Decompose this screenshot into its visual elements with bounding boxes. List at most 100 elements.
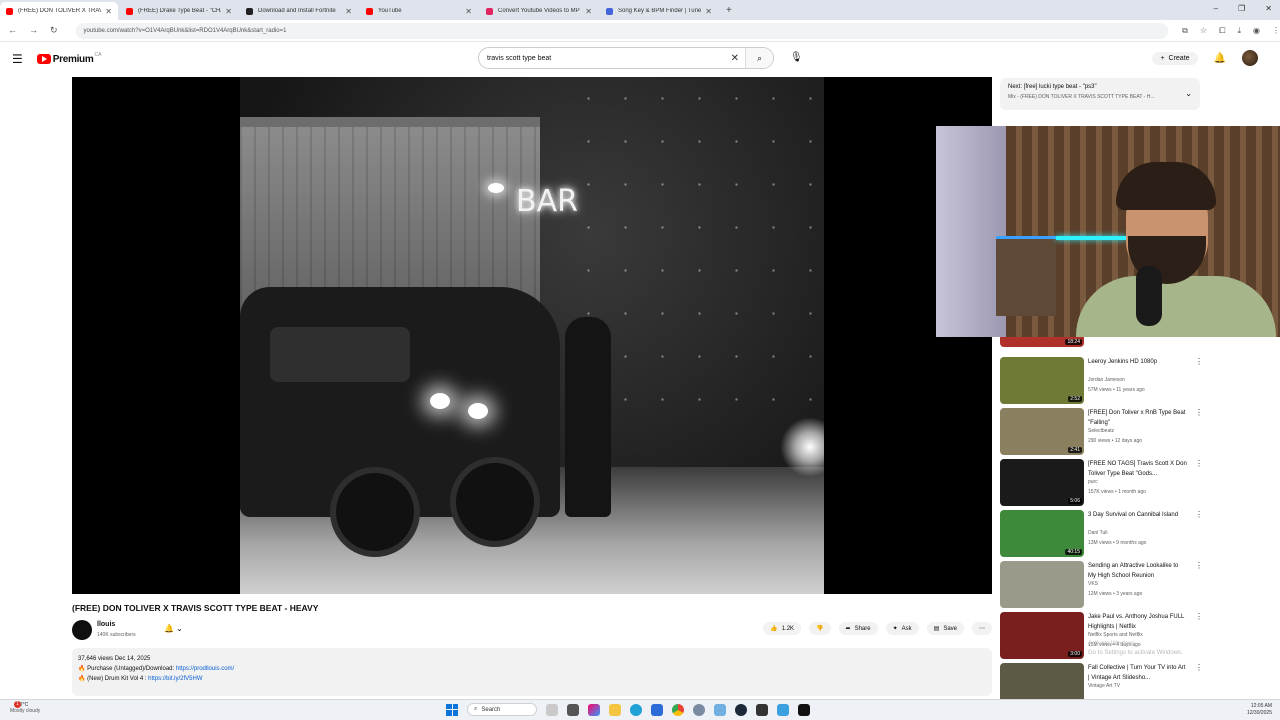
search-button[interactable]: ⌕ (745, 48, 773, 68)
channel-avatar[interactable] (72, 620, 92, 640)
channel-name[interactable]: llouis (97, 621, 115, 628)
search-box[interactable]: travis scott type beat ✕ ⌕ (478, 47, 774, 69)
save-button[interactable]: ▤ Save (926, 622, 964, 635)
steam-icon[interactable] (735, 703, 747, 716)
video-thumbnail[interactable]: 3:00 (1000, 612, 1084, 659)
terminal-icon[interactable] (756, 703, 768, 716)
system-clock[interactable]: 12:05 AM 12/30/2025 (1247, 703, 1272, 717)
edge-icon[interactable] (630, 703, 642, 716)
recommendation-item[interactable]: 2:52 Leeroy Jenkins HD 1080p Jordan Jameso… (1000, 357, 1205, 405)
file-explorer-icon[interactable] (609, 703, 621, 716)
user-avatar[interactable] (1242, 50, 1258, 66)
recommendation-item[interactable]: 2:41 [FREE] Don Toliver x RnB Type Beat "… (1000, 408, 1205, 456)
more-vertical-icon[interactable]: ⋮ (1195, 510, 1203, 519)
video-thumbnail[interactable] (1000, 561, 1084, 608)
description-box[interactable]: 37,646 views Dec 14, 2025 🔥 Purchase (Un… (72, 648, 992, 696)
video-thumbnail[interactable]: 2:52 (1000, 357, 1084, 404)
recommendation-item[interactable]: 5:06 [FREE NO TAGS] Travis Scott X Don To… (1000, 459, 1205, 507)
recommendation-title[interactable]: [FREE] Don Toliver x RnB Type Beat "Fall… (1088, 408, 1188, 428)
browser-tab[interactable]: Convert Youtube Videos to MP ✕ (480, 2, 598, 20)
close-tab-icon[interactable]: ✕ (585, 7, 592, 16)
dislike-button[interactable]: 👎 (809, 622, 831, 635)
more-actions-button[interactable]: ⋯ (972, 622, 992, 635)
notifications-bell-icon[interactable]: 🔔 (1214, 53, 1226, 64)
settings-gear-icon[interactable] (693, 703, 705, 716)
store-icon[interactable] (651, 703, 663, 716)
create-button[interactable]: + Create (1152, 51, 1198, 65)
video-thumbnail[interactable]: 40:15 (1000, 510, 1084, 557)
video-player[interactable]: BAR (72, 77, 992, 594)
back-icon[interactable]: ← (8, 25, 17, 36)
photos-icon[interactable] (714, 703, 726, 716)
close-tab-icon[interactable]: ✕ (465, 7, 472, 16)
menu-icon[interactable]: ☰ (12, 52, 23, 66)
more-vertical-icon[interactable]: ⋮ (1195, 612, 1203, 621)
capcut-icon[interactable] (798, 703, 810, 716)
task-view-icon[interactable] (567, 703, 579, 716)
youtube-premium-logo[interactable]: Premium CA (36, 52, 101, 65)
voice-search-mic-icon[interactable]: 🎙 (790, 52, 803, 63)
maximize-icon[interactable]: ❐ (1238, 4, 1245, 13)
recommendation-channel[interactable]: Selectbeatz (1088, 428, 1188, 434)
profile-icon[interactable]: ◉ (1253, 26, 1260, 36)
recommendation-channel[interactable]: Dani Tuli (1088, 530, 1188, 536)
close-tab-icon[interactable]: ✕ (705, 7, 712, 16)
close-tab-icon[interactable]: ✕ (225, 7, 232, 16)
search-input[interactable]: travis scott type beat (487, 55, 731, 62)
drumkit-link[interactable]: https://bit.ly/2fV5HW (148, 676, 202, 682)
forward-icon[interactable]: → (29, 25, 38, 36)
browser-menu-icon[interactable]: ⋮ (1272, 26, 1280, 36)
recommendation-channel[interactable]: VKS (1088, 581, 1188, 587)
snipping-tool-icon[interactable] (777, 703, 789, 716)
more-vertical-icon[interactable]: ⋮ (1195, 663, 1203, 672)
extensions-icon[interactable]: ⧠ (1219, 26, 1225, 36)
browser-tab[interactable]: YouTube ✕ (360, 2, 478, 20)
recommendation-item[interactable]: Sending an Attractive Lookalike to My Hi… (1000, 561, 1205, 609)
recommendation-channel[interactable]: Vintage Art TV (1088, 683, 1188, 689)
browser-tab[interactable]: Song Key & BPM Finder | Tune ✕ (600, 2, 718, 20)
app-icon[interactable] (546, 703, 558, 716)
windows-start-icon[interactable] (446, 703, 458, 716)
recommendation-title[interactable]: Leeroy Jenkins HD 1080p (1088, 357, 1188, 367)
recommendation-title[interactable]: 3 Day Survival on Cannibal Island (1088, 510, 1188, 520)
bookmark-star-icon[interactable]: ☆ (1200, 26, 1207, 36)
minimize-icon[interactable]: – (1214, 4, 1218, 13)
ask-button[interactable]: ✦ Ask (885, 622, 919, 635)
share-button[interactable]: ➦ Share (838, 622, 878, 635)
close-window-icon[interactable]: ✕ (1265, 4, 1272, 13)
like-button[interactable]: 👍 1.2K (763, 622, 802, 635)
reload-icon[interactable]: ↻ (50, 25, 58, 36)
recommendation-channel[interactable]: purc (1088, 479, 1188, 485)
new-tab-button[interactable]: + (726, 5, 732, 16)
chrome-icon[interactable] (672, 703, 684, 716)
up-next-panel[interactable]: Next: [free] lucki type beat - "ps3" Mix… (1000, 78, 1200, 110)
recommendation-item[interactable]: 40:15 3 Day Survival on Cannibal Island Da… (1000, 510, 1205, 558)
recommendation-channel[interactable]: Netflix Sports and Netflix (1088, 632, 1188, 638)
video-thumbnail[interactable]: 5:06 (1000, 459, 1084, 506)
subscription-bell-icon[interactable]: 🔔 ⌄ (164, 624, 183, 633)
recommendation-title[interactable]: Fall Collective | Turn Your TV into Art … (1088, 663, 1188, 683)
download-icon[interactable]: ⤓ (1237, 26, 1241, 36)
more-vertical-icon[interactable]: ⋮ (1195, 357, 1203, 366)
more-vertical-icon[interactable]: ⋮ (1195, 408, 1203, 417)
close-tab-icon[interactable]: ✕ (105, 7, 112, 16)
copilot-icon[interactable] (588, 703, 600, 716)
close-tab-icon[interactable]: ✕ (345, 7, 352, 16)
recommendation-title[interactable]: Sending an Attractive Lookalike to My Hi… (1088, 561, 1188, 581)
more-vertical-icon[interactable]: ⋮ (1195, 459, 1203, 468)
address-bar[interactable]: youtube.com/watch?v=O1V4ArqBUnk&list=RDO… (75, 22, 1169, 39)
recommendation-title[interactable]: Jake Paul vs. Anthony Joshua FULL Highli… (1088, 612, 1188, 632)
taskbar-search[interactable]: ⌕ Search (467, 703, 537, 716)
cast-icon[interactable]: ⧉ (1182, 26, 1188, 36)
video-thumbnail[interactable]: 2:41 (1000, 408, 1084, 455)
chevron-down-icon[interactable]: ⌄ (1185, 89, 1192, 98)
recommendation-title[interactable]: [FREE NO TAGS] Travis Scott X Don Tolive… (1088, 459, 1188, 479)
recommendation-channel[interactable]: Jordan Jameson (1088, 377, 1188, 383)
browser-tab[interactable]: Download and Install Fortnite ✕ (240, 2, 358, 20)
more-vertical-icon[interactable]: ⋮ (1195, 561, 1203, 570)
clear-search-icon[interactable]: ✕ (731, 53, 739, 64)
weather-widget[interactable]: 1 7°C Mostly cloudy (10, 701, 40, 714)
browser-tab[interactable]: (FREE) DON TOLIVER X TRAVIS ✕ (0, 2, 118, 20)
purchase-link[interactable]: https://prodllouis.com/ (176, 666, 234, 672)
browser-tab[interactable]: (FREE) Drake Type Beat - "CHA ✕ (120, 2, 238, 20)
